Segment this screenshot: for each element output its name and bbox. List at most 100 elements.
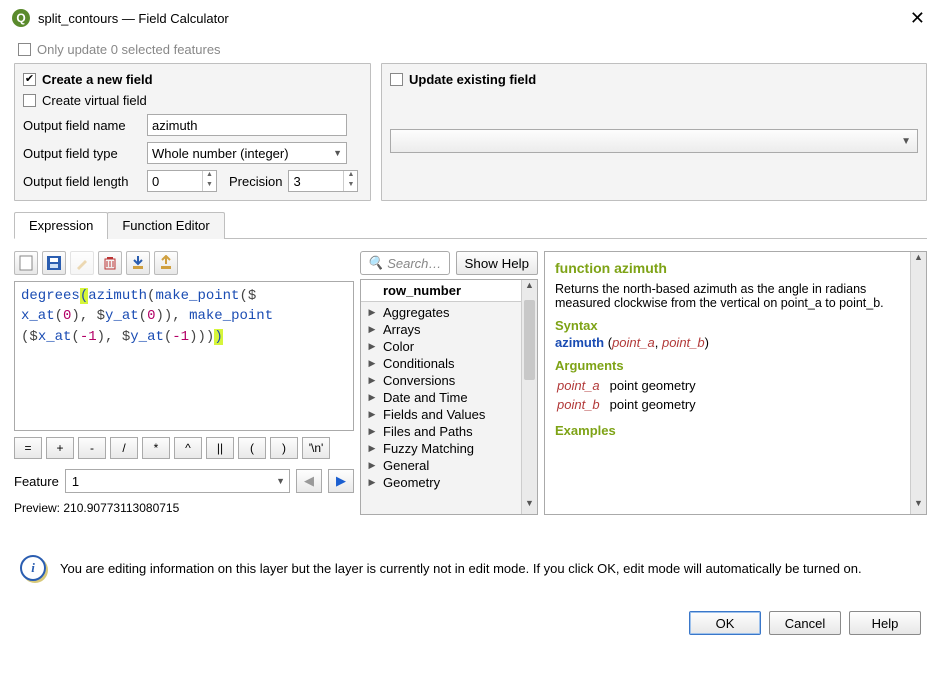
expand-icon: ▶ xyxy=(367,443,377,454)
scrollbar-vertical[interactable]: ▲ ▼ xyxy=(521,280,537,514)
syntax-arg: point_a xyxy=(612,335,655,350)
update-field-group: Update existing field ▼ xyxy=(381,63,927,201)
syntax-fn: azimuth xyxy=(555,335,604,350)
operator-button[interactable]: ^ xyxy=(174,437,202,459)
expression-toolbar xyxy=(14,251,354,275)
precision-value: 3 xyxy=(289,174,343,189)
expand-icon: ▶ xyxy=(367,409,377,420)
output-length-spinner[interactable]: 0 ▲▼ xyxy=(147,170,217,192)
scrollbar-thumb[interactable] xyxy=(524,300,535,380)
scrollbar-vertical[interactable]: ▲ ▼ xyxy=(910,252,926,514)
output-name-input[interactable] xyxy=(147,114,347,136)
operator-button[interactable]: + xyxy=(46,437,74,459)
tree-category[interactable]: ▶Files and Paths xyxy=(361,423,537,440)
tree-category[interactable]: ▶Geometry xyxy=(361,474,537,491)
scroll-down-icon[interactable]: ▼ xyxy=(911,498,926,514)
tree-label: Aggregates xyxy=(383,305,450,320)
preview-label: Preview: xyxy=(14,501,60,515)
output-type-label: Output field type xyxy=(23,146,141,161)
operator-button[interactable]: * xyxy=(142,437,170,459)
expand-icon: ▶ xyxy=(367,460,377,471)
operator-button[interactable]: || xyxy=(206,437,234,459)
create-new-field-checkbox[interactable] xyxy=(23,73,36,86)
operator-button[interactable]: = xyxy=(14,437,42,459)
precision-spinner[interactable]: 3 ▲▼ xyxy=(288,170,358,192)
tree-category[interactable]: ▶Fields and Values xyxy=(361,406,537,423)
tree-category[interactable]: ▶Date and Time xyxy=(361,389,537,406)
operator-button[interactable]: - xyxy=(78,437,106,459)
help-button[interactable]: Help xyxy=(849,611,921,635)
cancel-button[interactable]: Cancel xyxy=(769,611,841,635)
only-update-label: Only update 0 selected features xyxy=(37,42,221,57)
ok-button[interactable]: OK xyxy=(689,611,761,635)
info-text: You are editing information on this laye… xyxy=(60,561,862,576)
export-icon[interactable] xyxy=(154,251,178,275)
arg-name: point_a xyxy=(557,377,608,394)
spinner-arrows[interactable]: ▲▼ xyxy=(343,171,357,191)
operator-button[interactable]: ) xyxy=(270,437,298,459)
function-tree[interactable]: row_number ▶Aggregates▶Arrays▶Color▶Cond… xyxy=(360,279,538,515)
tree-label: General xyxy=(383,458,429,473)
expand-icon: ▶ xyxy=(367,307,377,318)
tab-function-editor[interactable]: Function Editor xyxy=(107,212,224,239)
new-file-icon[interactable] xyxy=(14,251,38,275)
save-icon[interactable] xyxy=(42,251,66,275)
create-new-field-label: Create a new field xyxy=(42,72,153,87)
tree-category[interactable]: ▶ Fuzzy Matching xyxy=(361,440,537,457)
tree-label: Conditionals xyxy=(383,356,455,371)
delete-icon[interactable] xyxy=(98,251,122,275)
edit-icon[interactable] xyxy=(70,251,94,275)
existing-field-select[interactable]: ▼ xyxy=(390,129,918,153)
tree-label: Date and Time xyxy=(383,390,468,405)
scroll-up-icon[interactable]: ▲ xyxy=(911,252,926,268)
tree-category[interactable]: ▶Color xyxy=(361,338,537,355)
function-search-input[interactable]: 🔍 Search… xyxy=(360,251,450,275)
output-name-label: Output field name xyxy=(23,118,141,133)
close-icon[interactable]: ✕ xyxy=(906,8,929,29)
create-virtual-field-label: Create virtual field xyxy=(42,93,147,108)
expression-editor[interactable]: degrees(azimuth(make_point($x_at(0), $y_… xyxy=(14,281,354,431)
tab-expression[interactable]: Expression xyxy=(14,212,108,239)
operator-button[interactable]: / xyxy=(110,437,138,459)
spinner-arrows[interactable]: ▲▼ xyxy=(202,171,216,191)
prev-feature-button[interactable]: ◀ xyxy=(296,469,322,493)
chevron-down-icon: ▼ xyxy=(901,136,911,147)
tree-category[interactable]: ▶ General xyxy=(361,457,537,474)
scroll-down-icon[interactable]: ▼ xyxy=(522,498,537,514)
feature-label: Feature xyxy=(14,474,59,489)
feature-value: 1 xyxy=(72,474,79,489)
expand-icon: ▶ xyxy=(367,375,377,386)
arg-desc: point geometry xyxy=(610,377,704,394)
examples-heading: Examples xyxy=(555,423,916,438)
tree-header[interactable]: row_number xyxy=(361,280,537,302)
next-feature-button[interactable]: ▶ xyxy=(328,469,354,493)
operator-button[interactable]: '\n' xyxy=(302,437,330,459)
tree-category[interactable]: ▶Arrays xyxy=(361,321,537,338)
output-type-select[interactable]: Whole number (integer) ▼ xyxy=(147,142,347,164)
operator-button[interactable]: ( xyxy=(238,437,266,459)
update-existing-label: Update existing field xyxy=(409,72,536,87)
create-field-group: Create a new field Create virtual field … xyxy=(14,63,371,201)
chevron-down-icon: ▼ xyxy=(333,148,342,158)
show-help-button[interactable]: Show Help xyxy=(456,251,538,275)
update-existing-checkbox[interactable] xyxy=(390,73,403,86)
preview-row: Preview: 210.90773113080715 xyxy=(14,501,354,515)
tree-category[interactable]: ▶ Aggregates xyxy=(361,304,537,321)
tree-label: Fuzzy Matching xyxy=(383,441,474,456)
search-placeholder: Search… xyxy=(387,256,441,271)
scroll-up-icon[interactable]: ▲ xyxy=(522,280,537,296)
search-icon: 🔍 xyxy=(367,255,383,271)
output-type-value: Whole number (integer) xyxy=(152,146,289,161)
chevron-down-icon: ▼ xyxy=(276,476,285,486)
only-update-checkbox[interactable] xyxy=(18,43,31,56)
tabs: Expression Function Editor xyxy=(14,211,927,239)
tree-category[interactable]: ▶Conversions xyxy=(361,372,537,389)
feature-select[interactable]: 1 ▼ xyxy=(65,469,290,493)
import-icon[interactable] xyxy=(126,251,150,275)
syntax-arg: point_b xyxy=(662,335,705,350)
create-virtual-field-checkbox[interactable] xyxy=(23,94,36,107)
arg-name: point_b xyxy=(557,396,608,413)
precision-label: Precision xyxy=(229,174,282,189)
arg-desc: point geometry xyxy=(610,396,704,413)
tree-category[interactable]: ▶Conditionals xyxy=(361,355,537,372)
